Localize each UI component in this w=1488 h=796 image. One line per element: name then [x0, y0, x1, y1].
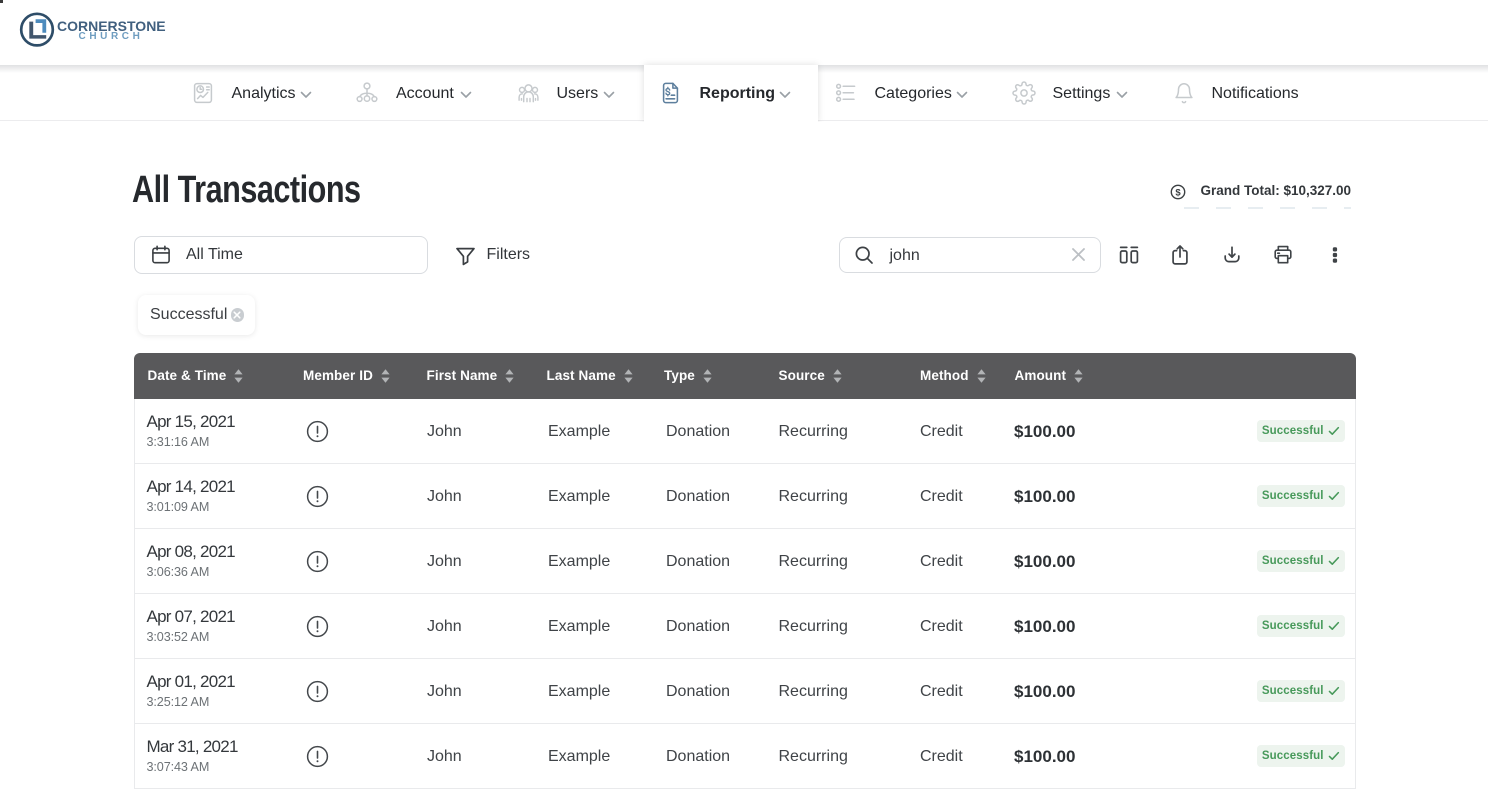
svg-text:$: $ — [1175, 187, 1181, 198]
